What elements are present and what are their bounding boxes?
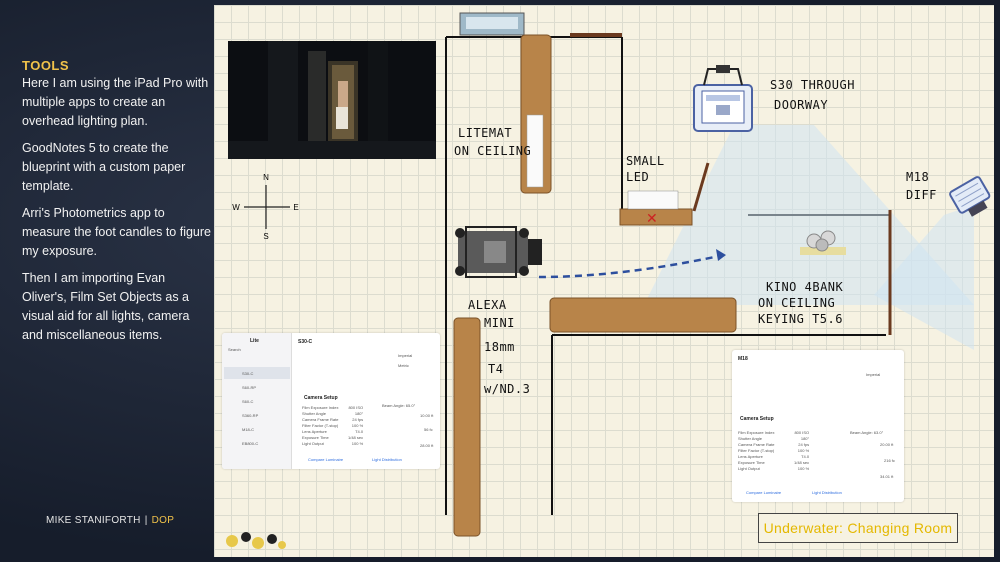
app-right-dist: 20.00 ft xyxy=(880,442,894,447)
tools-paragraph-3: Arri's Photometrics app to measure the f… xyxy=(22,206,212,258)
window-icon xyxy=(459,12,525,36)
app-right-title: M18 xyxy=(738,356,748,362)
app-left-toggle-2[interactable]: Metric xyxy=(398,363,409,368)
vertical-flag xyxy=(453,317,481,537)
label-small-led-2: LED xyxy=(626,170,649,184)
label-alexa-5: w/ND.3 xyxy=(484,382,530,396)
app-left-rows: Film Exposure Index Shutter Angle Camera F… xyxy=(302,405,339,446)
app-right-rows: Film Exposure Index Shutter Angle Camera F… xyxy=(738,430,775,471)
app-left-dist: 10.00 ft xyxy=(420,413,434,418)
app-left-distribution[interactable]: Light Distribution xyxy=(372,457,402,462)
compass-s: S xyxy=(263,232,268,241)
alexa-mini-camera-icon xyxy=(455,226,542,278)
small-led xyxy=(627,190,679,210)
lighting-plan-canvas: ✕ LITEMAT ON CEILING S30 THROUGH DOORWAY… xyxy=(214,5,994,557)
app-right-compare[interactable]: Compare Luminaire xyxy=(746,490,781,495)
app-left-spot: 28.00 ft xyxy=(420,443,434,448)
author-footer: MIKE STANIFORTH | DOP xyxy=(46,515,174,526)
tools-paragraph-4: Then I am importing Evan Oliver's, Film … xyxy=(22,271,190,342)
label-kino-3: KEYING T5.6 xyxy=(758,312,843,326)
label-m18-2: DIFF xyxy=(906,188,937,202)
studio-logo xyxy=(218,525,290,555)
app-left-header: Lite xyxy=(250,338,259,344)
s30-light-icon xyxy=(693,65,753,132)
compass-n: N xyxy=(263,173,269,182)
label-alexa-1: ALEXA xyxy=(468,298,507,312)
app-left-vals: 800 ISO 180° 24 fps 100 % T4.0 1/48 sec 100 % xyxy=(348,405,364,446)
label-m18-1: M18 xyxy=(906,170,929,184)
app-right-section: Camera Setup xyxy=(740,416,774,422)
scene-caption: Underwater: Changing Room xyxy=(758,513,958,543)
label-alexa-4: T4 xyxy=(488,362,503,376)
app-left-toggle-1[interactable]: Imperial xyxy=(398,353,412,358)
label-litemat-2: ON CEILING xyxy=(454,144,531,158)
app-right-spot: 34.01 ft xyxy=(880,474,894,479)
svg-text:✕: ✕ xyxy=(646,211,658,227)
label-alexa-3: 18mm xyxy=(484,340,515,354)
author-name: MIKE STANIFORTH xyxy=(46,515,141,526)
app-left-list-3[interactable]: S60-C xyxy=(242,399,253,404)
compass-e: E xyxy=(293,203,298,212)
label-kino-2: ON CEILING xyxy=(758,296,835,310)
app-left-list-2[interactable]: S60-RP xyxy=(242,385,256,390)
app-left-list-4[interactable]: S360-RP xyxy=(242,413,258,418)
app-left-list-6[interactable]: EB800-C xyxy=(242,441,258,446)
horizontal-flag xyxy=(549,297,737,333)
label-s30-1: S30 THROUGH xyxy=(770,78,855,92)
app-right-distribution[interactable]: Light Distribution xyxy=(812,490,842,495)
author-role: DOP xyxy=(151,515,175,526)
tools-paragraph-1: Here I am using the iPad Pro with multip… xyxy=(22,76,209,128)
label-small-led-1: SMALL xyxy=(626,154,665,168)
app-right-vals: 800 ISO 180° 24 fps 100 % T4.0 1/48 sec 100 % xyxy=(794,430,810,471)
label-s30-2: DOORWAY xyxy=(774,98,828,112)
compass-rose-icon xyxy=(244,185,290,229)
app-left-list-5[interactable]: M18-C xyxy=(242,427,254,432)
app-left-compare[interactable]: Compare Luminaire xyxy=(308,457,343,462)
app-left-search[interactable]: Search xyxy=(228,347,241,352)
app-right-beam: Beam Angle: 63.0° xyxy=(850,430,884,435)
tools-title: TOOLS xyxy=(22,58,70,73)
app-left-beam: Beam Angle: 65.0° xyxy=(382,403,416,408)
app-left-list-1[interactable]: S30-C xyxy=(242,371,253,376)
app-left-title: S30-C xyxy=(298,339,313,345)
photometrics-app-m18: M18 Imperial Camera Setup Beam Angle: 63… xyxy=(732,350,904,502)
app-right-toggle[interactable]: Imperial xyxy=(866,372,880,377)
compass-w: W xyxy=(232,203,240,212)
label-litemat-1: LITEMAT xyxy=(458,126,512,140)
app-right-lum: 216 fc xyxy=(884,458,895,463)
label-kino-1: KINO 4BANK xyxy=(766,280,844,294)
app-left-lum: 56 fc xyxy=(424,427,433,432)
footer-separator: | xyxy=(144,515,148,526)
app-left-section: Camera Setup xyxy=(304,395,338,401)
photometrics-app-s30: Lite Search S30-C S60-RP S60-C S360-RP M… xyxy=(222,333,440,469)
label-alexa-2: MINI xyxy=(484,316,515,330)
tools-paragraph-2: GoodNotes 5 to create the blueprint with… xyxy=(22,141,186,193)
tools-panel: TOOLS Here I am using the iPad Pro with … xyxy=(22,58,212,353)
